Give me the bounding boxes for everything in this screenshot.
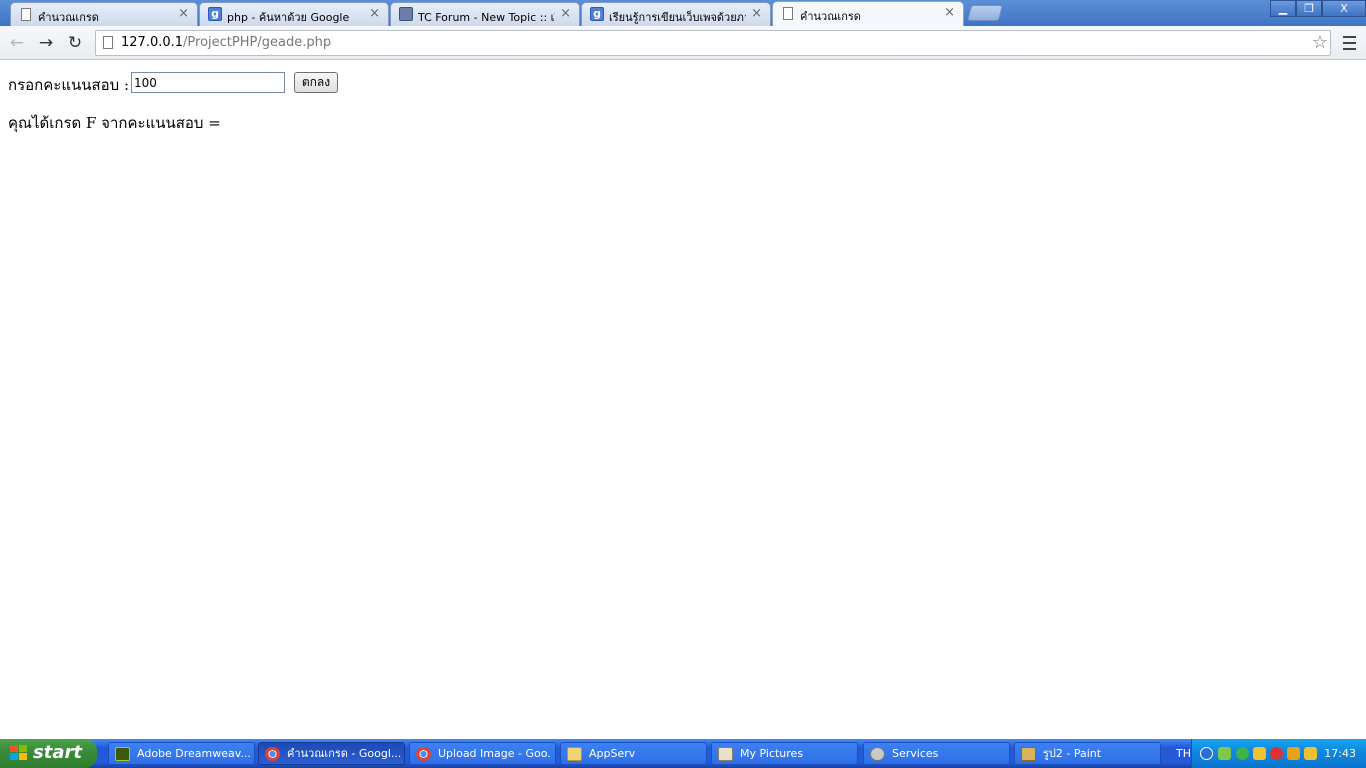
- folder-icon: [567, 747, 582, 761]
- task-label: รูป2 - Paint: [1043, 747, 1102, 760]
- google-icon: g: [208, 7, 222, 21]
- back-icon[interactable]: ←: [6, 32, 28, 54]
- close-icon[interactable]: ×: [560, 6, 571, 21]
- task-dreamweaver[interactable]: Adobe Dreamweav...: [108, 742, 255, 765]
- new-tab-button[interactable]: [966, 5, 1004, 21]
- system-tray: 17:43: [1191, 739, 1366, 768]
- tray-expand-icon[interactable]: [1200, 747, 1213, 760]
- page-content: กรอกคะแนนสอบ : ตกลง คุณได้เกรด F จากคะแน…: [0, 61, 1366, 739]
- result-text: คุณได้เกรด F จากคะแนนสอบ =: [8, 114, 221, 132]
- pictures-icon: [718, 747, 733, 761]
- task-label: Upload Image - Goo...: [438, 747, 551, 760]
- task-chrome-grade[interactable]: คำนวณเกรด - Googl...: [258, 742, 405, 765]
- menu-icon[interactable]: [1340, 32, 1360, 54]
- page-icon: [103, 36, 113, 49]
- browser-tab-strip: คำนวณเกรด × g php - ค้นหาด้วย Google × T…: [0, 0, 1366, 26]
- paint-icon: [1021, 747, 1036, 761]
- score-input[interactable]: [131, 72, 285, 93]
- score-label: กรอกคะแนนสอบ :: [8, 76, 130, 94]
- antivirus-icon[interactable]: [1270, 747, 1283, 760]
- url-text[interactable]: 127.0.0.1/ProjectPHP/geade.php: [121, 31, 331, 55]
- tab-learn-web[interactable]: g เรียนรู้การเขียนเว็บเพจด้วยภาษา ×: [581, 2, 771, 26]
- windows-flag-icon: [10, 745, 28, 762]
- tab-title: คำนวณเกรด: [38, 11, 99, 24]
- tab-title: php - ค้นหาด้วย Google: [227, 11, 350, 24]
- bookmark-star-icon[interactable]: ☆: [1312, 31, 1328, 55]
- close-icon[interactable]: ×: [944, 5, 955, 20]
- chrome-icon: [416, 747, 431, 761]
- taskbar: start Adobe Dreamweav... คำนวณเกรด - Goo…: [0, 739, 1366, 768]
- task-chrome-upload[interactable]: Upload Image - Goo...: [409, 742, 556, 765]
- clock[interactable]: 17:43: [1324, 747, 1356, 760]
- start-button[interactable]: start: [0, 739, 97, 768]
- shield-icon[interactable]: [1253, 747, 1266, 760]
- page-icon: [21, 8, 31, 21]
- dreamweaver-icon: [115, 747, 130, 761]
- hand-app-icon[interactable]: [1304, 747, 1317, 760]
- page-icon: [783, 7, 793, 20]
- task-label: Adobe Dreamweav...: [137, 747, 250, 760]
- tab-grade-calc-1[interactable]: คำนวณเกรด ×: [10, 2, 198, 26]
- forward-icon[interactable]: →: [35, 32, 57, 54]
- arrow-app-icon[interactable]: [1287, 747, 1300, 760]
- task-label: Services: [892, 747, 939, 760]
- security-check-icon[interactable]: [1236, 747, 1249, 760]
- tab-grade-calc-active[interactable]: คำนวณเกรด ×: [772, 1, 964, 26]
- tab-tc-forum[interactable]: TC Forum - New Topic :: เริ่มกร ×: [390, 2, 580, 26]
- forum-icon: [399, 7, 413, 21]
- close-icon[interactable]: ×: [178, 6, 189, 21]
- task-label: My Pictures: [740, 747, 804, 760]
- close-icon[interactable]: ×: [369, 6, 380, 21]
- reload-icon[interactable]: ↻: [64, 32, 86, 54]
- language-indicator[interactable]: TH: [1176, 747, 1191, 760]
- task-paint[interactable]: รูป2 - Paint: [1014, 742, 1161, 765]
- url-path: /ProjectPHP/geade.php: [183, 35, 332, 50]
- url-host: 127.0.0.1: [121, 35, 184, 50]
- browser-toolbar: ← → ↻ 127.0.0.1/ProjectPHP/geade.php ☆: [0, 26, 1366, 60]
- services-icon: [870, 747, 885, 761]
- address-bar[interactable]: 127.0.0.1/ProjectPHP/geade.php ☆: [95, 30, 1331, 56]
- task-label: คำนวณเกรด - Googl...: [287, 747, 400, 760]
- tab-google-search[interactable]: g php - ค้นหาด้วย Google ×: [199, 2, 389, 26]
- restore-button[interactable]: ❐: [1296, 0, 1322, 17]
- close-window-button[interactable]: X: [1322, 0, 1366, 17]
- submit-button[interactable]: ตกลง: [294, 72, 338, 93]
- tab-title: เรียนรู้การเขียนเว็บเพจด้วยภาษา: [609, 11, 746, 24]
- tab-title: TC Forum - New Topic :: เริ่มกร: [418, 11, 555, 24]
- tab-title: คำนวณเกรด: [800, 10, 861, 23]
- task-label: AppServ: [589, 747, 636, 760]
- google-icon: g: [590, 7, 604, 21]
- minimize-button[interactable]: ▁: [1270, 0, 1296, 17]
- network-icon[interactable]: [1218, 747, 1231, 760]
- start-label: start: [33, 742, 82, 763]
- task-appserv-folder[interactable]: AppServ: [560, 742, 707, 765]
- task-services[interactable]: Services: [863, 742, 1010, 765]
- task-my-pictures[interactable]: My Pictures: [711, 742, 858, 765]
- chrome-icon: [265, 747, 280, 761]
- close-icon[interactable]: ×: [751, 6, 762, 21]
